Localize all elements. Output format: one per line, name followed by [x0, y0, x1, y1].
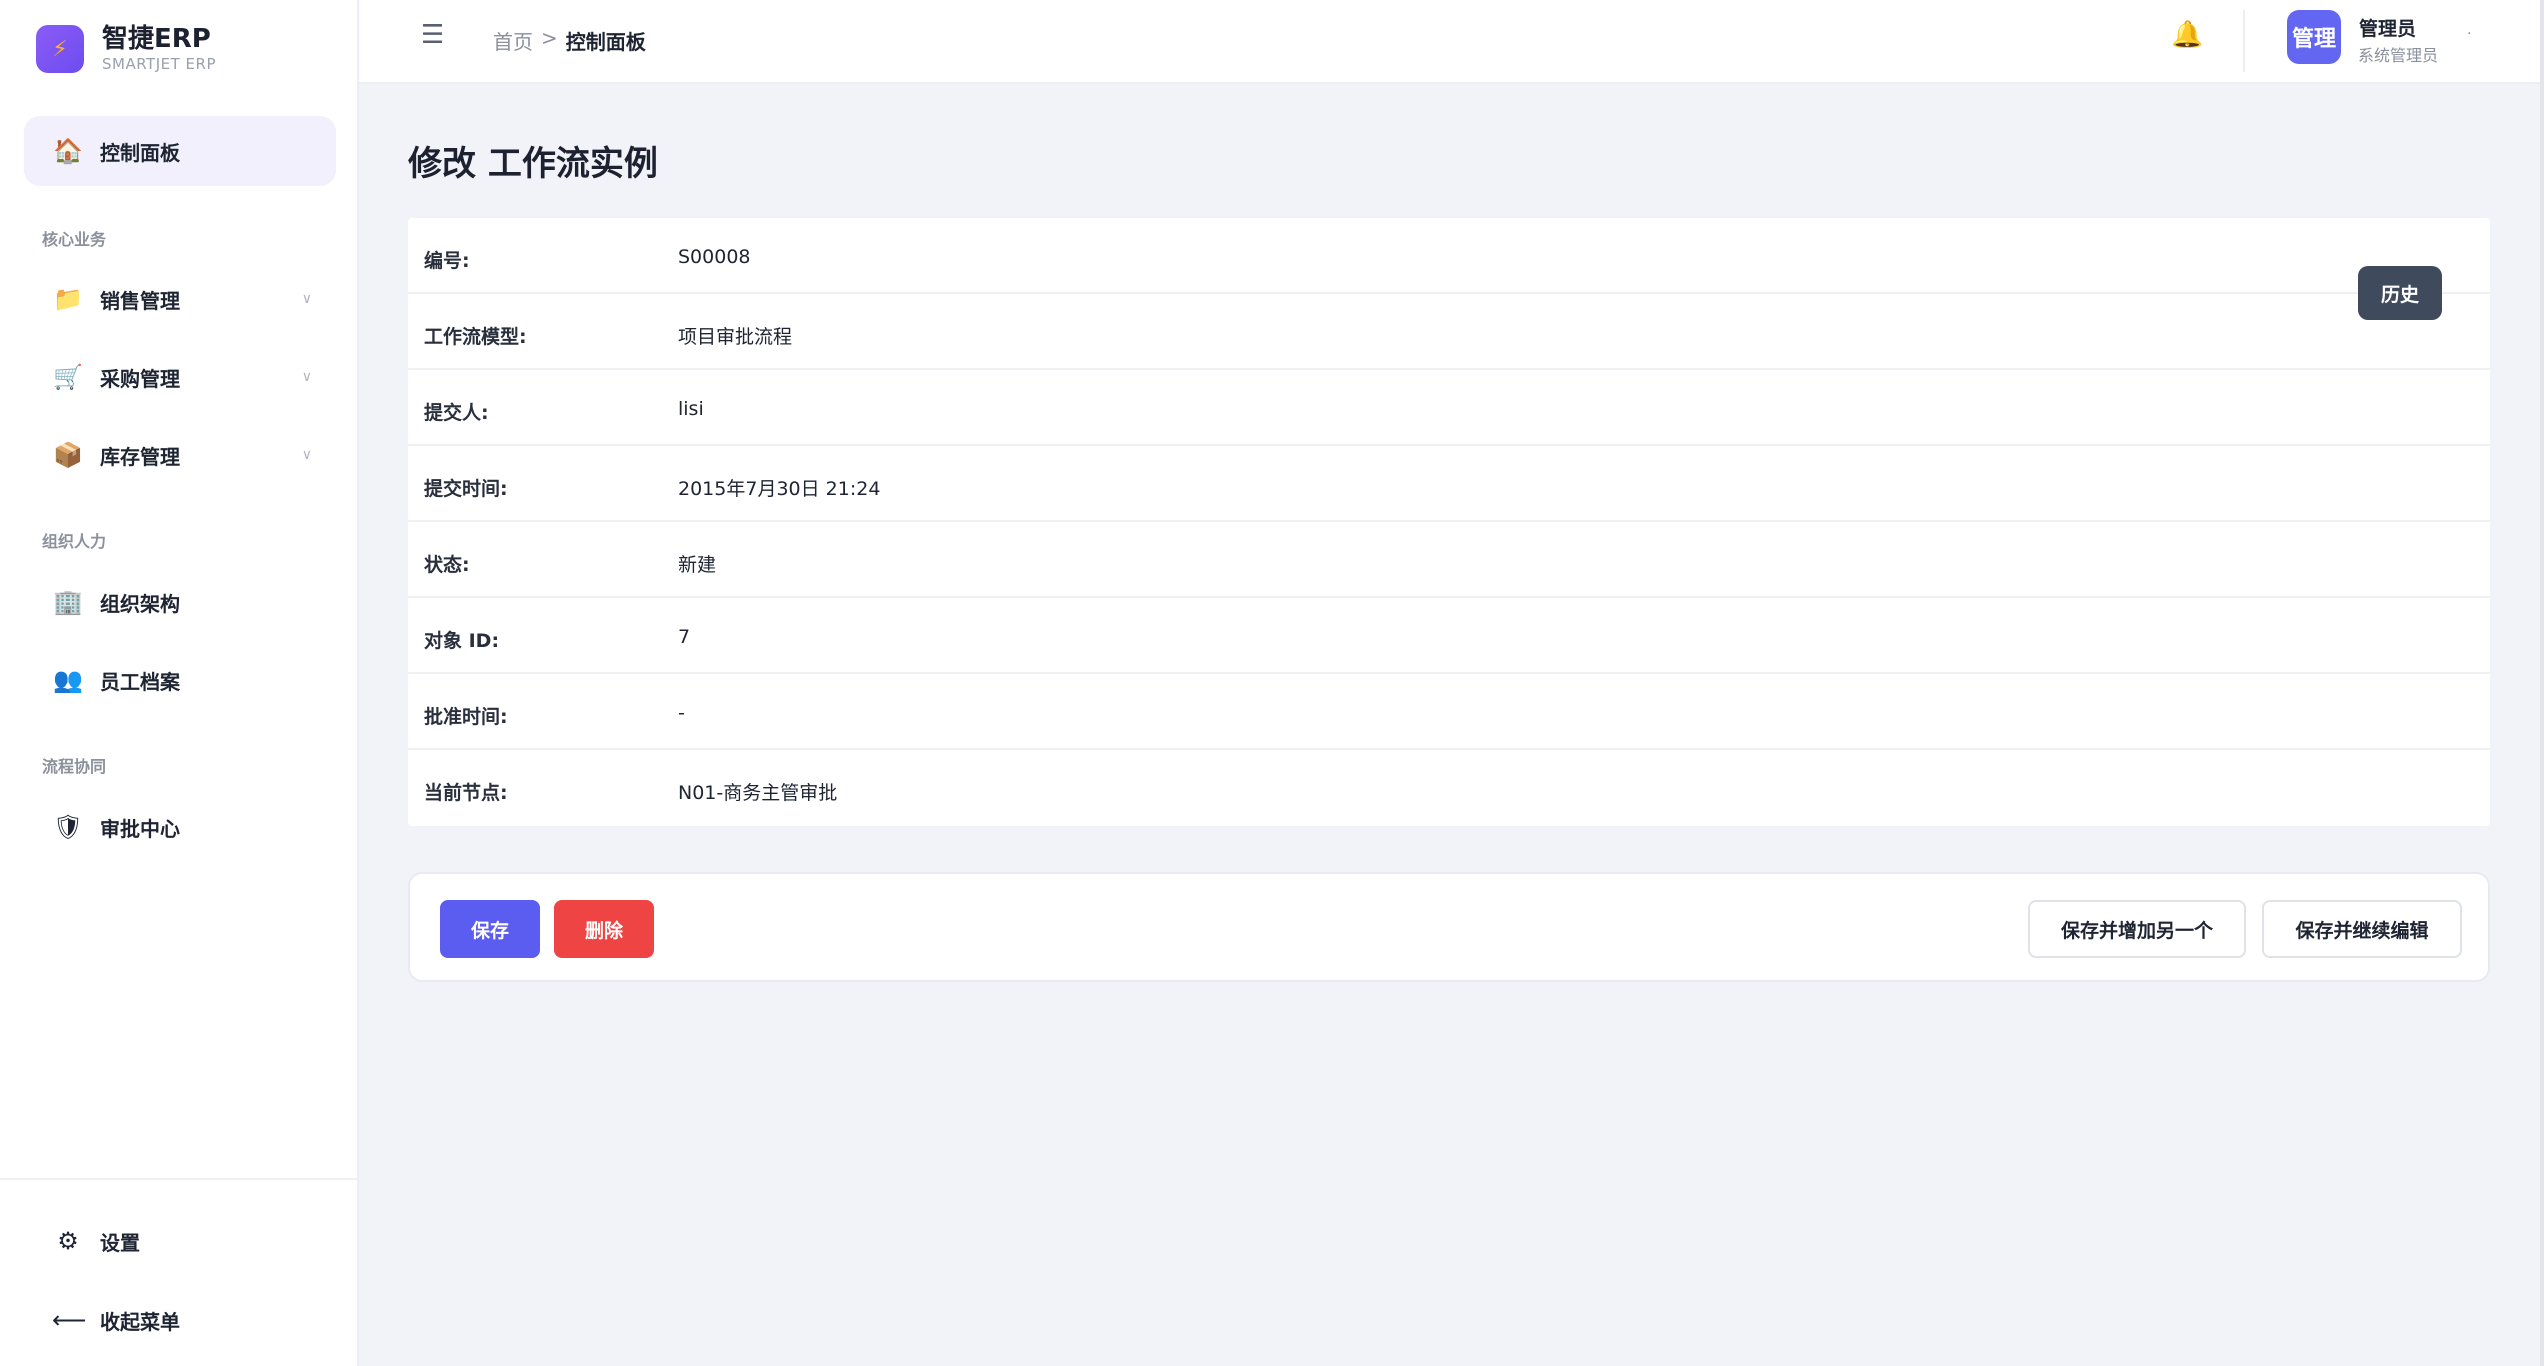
sidebar-item-label: 员工档案 [100, 669, 180, 694]
chevron-down-icon[interactable]: · [2467, 26, 2471, 42]
form-label: 工作流模型: [424, 326, 527, 348]
topbar: ☰ 首页 > 控制面板 🔔 管理 管理员 系统管理员 · [359, 0, 2544, 84]
house-icon: 🏠 [53, 137, 83, 165]
chevron-down-icon: ∨ [301, 291, 312, 307]
form-label: 编号: [424, 250, 470, 272]
user-name[interactable]: 管理员 [2359, 14, 2416, 41]
sidebar-item-label: 采购管理 [100, 366, 180, 391]
form-value: 新建 [678, 554, 717, 576]
sidebar-item-approval[interactable]: 🛡 审批中心 [24, 792, 336, 862]
workflow-instance-form: 编号: S00008 工作流模型: 项目审批流程 提交人: lisi 提交时间:… [408, 218, 2490, 826]
form-label: 当前节点: [424, 782, 508, 804]
cart-icon: 🛒 [53, 363, 83, 391]
page-title: 修改 工作流实例 [408, 144, 658, 184]
chevron-down-icon: ∨ [301, 447, 312, 463]
scrollbar[interactable] [2540, 0, 2544, 1366]
arrow-left-icon: ⟵ [52, 1306, 87, 1334]
sidebar-item-dashboard[interactable]: 🏠 控制面板 [24, 116, 336, 186]
form-row-object-id: 对象 ID: 7 [408, 598, 2490, 674]
form-label: 提交人: [424, 402, 489, 424]
people-icon: 👥 [53, 666, 83, 694]
gear-icon: ⚙ [57, 1227, 79, 1255]
save-and-continue-button[interactable]: 保存并继续编辑 [2262, 900, 2462, 958]
form-row-submit-time: 提交时间: 2015年7月30日 21:24 [408, 446, 2490, 522]
section-label-core: 核心业务 [42, 230, 107, 249]
form-value: N01-商务主管审批 [678, 782, 838, 804]
sidebar-item-label: 组织架构 [100, 591, 180, 616]
sidebar-item-purchase[interactable]: 🛒 采购管理 ∨ [24, 342, 336, 412]
sidebar-divider [0, 1178, 359, 1180]
hamburger-icon[interactable]: ☰ [421, 20, 444, 50]
form-row-current-node: 当前节点: N01-商务主管审批 [408, 750, 2490, 826]
form-label: 状态: [424, 554, 470, 576]
sidebar-item-settings[interactable]: ⚙ 设置 [24, 1206, 336, 1276]
sidebar-item-sales[interactable]: 📁 销售管理 ∨ [24, 264, 336, 334]
form-label: 提交时间: [424, 478, 508, 500]
brand[interactable]: ⚡ 智捷ERP SMARTJET ERP [36, 24, 216, 74]
form-row-submitter: 提交人: lisi [408, 370, 2490, 446]
form-value: 2015年7月30日 21:24 [678, 478, 881, 500]
sidebar-item-employees[interactable]: 👥 员工档案 [24, 645, 336, 715]
breadcrumb-home[interactable]: 首页 [493, 26, 533, 55]
form-row-number: 编号: S00008 [408, 218, 2490, 294]
form-value: 7 [678, 626, 691, 648]
avatar[interactable]: 管理 [2287, 10, 2341, 64]
sidebar-item-inventory[interactable]: 📦 库存管理 ∨ [24, 420, 336, 490]
box-icon: 📦 [53, 441, 83, 469]
form-value: S00008 [678, 246, 751, 268]
user-role: 系统管理员 [2358, 46, 2439, 65]
sidebar-item-org[interactable]: 🏢 组织架构 [24, 567, 336, 637]
bell-icon[interactable]: 🔔 [2171, 20, 2203, 50]
history-button[interactable]: 历史 [2358, 266, 2442, 320]
sidebar: ⚡ 智捷ERP SMARTJET ERP 🏠 控制面板 核心业务 📁 销售管理 … [0, 0, 359, 1366]
brand-name: 智捷ERP [102, 24, 211, 54]
bolt-icon: ⚡ [36, 25, 84, 73]
breadcrumb: 首页 > 控制面板 [493, 26, 646, 55]
form-label: 对象 ID: [424, 630, 500, 652]
collapse-menu-label: 收起菜单 [100, 1309, 180, 1334]
form-actions: 保存 删除 保存并增加另一个 保存并继续编辑 [408, 872, 2490, 982]
form-row-status: 状态: 新建 [408, 522, 2490, 598]
form-label: 批准时间: [424, 706, 508, 728]
sidebar-item-label: 销售管理 [100, 288, 180, 313]
save-button[interactable]: 保存 [440, 900, 540, 958]
breadcrumb-separator: > [541, 26, 558, 50]
topbar-divider [2243, 10, 2245, 72]
sidebar-item-label: 审批中心 [100, 816, 180, 841]
form-row-workflow-model: 工作流模型: 项目审批流程 [408, 294, 2490, 370]
delete-button[interactable]: 删除 [554, 900, 654, 958]
form-value: lisi [678, 398, 704, 420]
sidebar-item-label: 控制面板 [100, 140, 180, 165]
brand-subtitle: SMARTJET ERP [102, 55, 216, 73]
sidebar-item-label: 设置 [100, 1230, 140, 1255]
section-label-workflow: 流程协同 [42, 757, 107, 776]
form-value: 项目审批流程 [678, 326, 793, 348]
section-label-org: 组织人力 [42, 532, 107, 551]
shield-icon: 🛡 [52, 813, 84, 841]
collapse-menu-button[interactable]: ⟵ 收起菜单 [24, 1285, 336, 1355]
save-and-add-another-button[interactable]: 保存并增加另一个 [2028, 900, 2246, 958]
chevron-down-icon: ∨ [301, 369, 312, 385]
form-value: - [678, 702, 685, 724]
breadcrumb-current: 控制面板 [565, 30, 646, 54]
sidebar-item-label: 库存管理 [100, 444, 180, 469]
form-row-approval-time: 批准时间: - [408, 674, 2490, 750]
folder-icon: 📁 [53, 285, 83, 313]
org-icon: 🏢 [53, 588, 83, 616]
